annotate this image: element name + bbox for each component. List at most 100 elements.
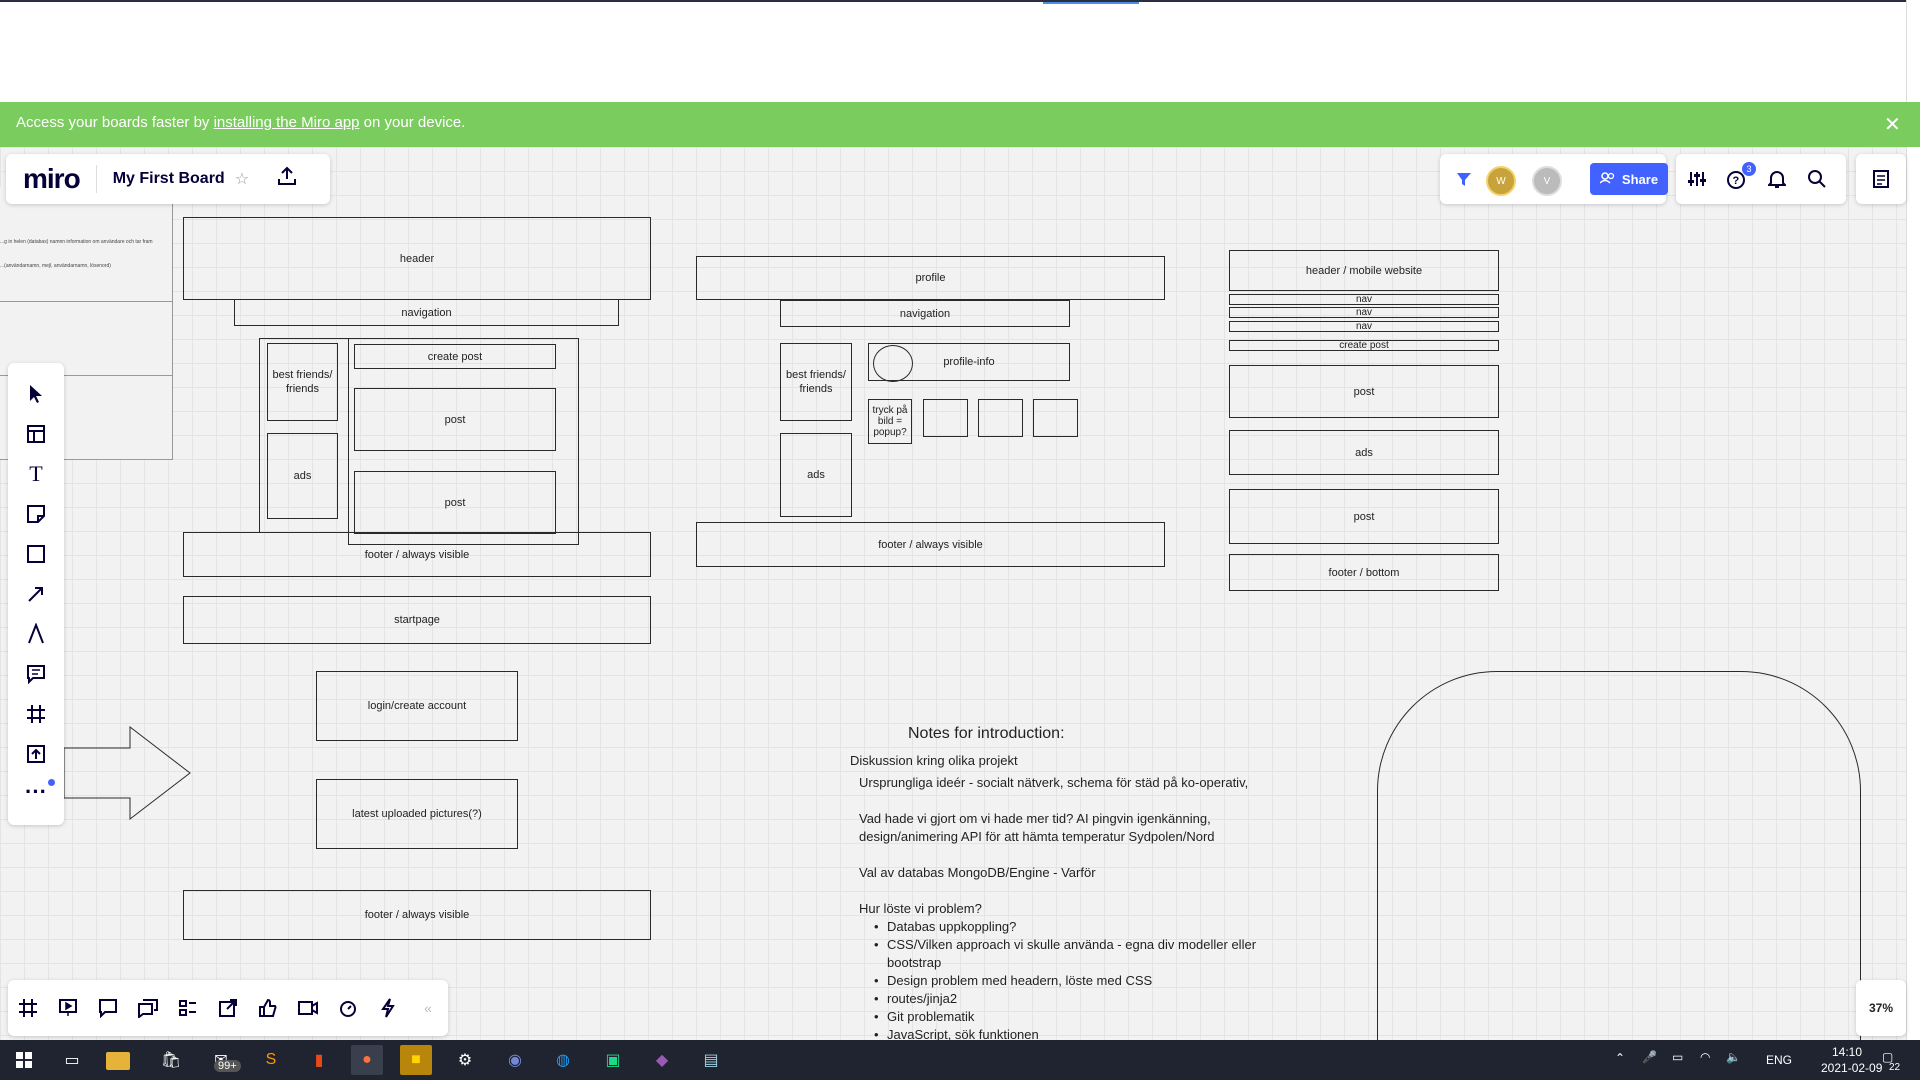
arrow-shape[interactable] (60, 725, 195, 821)
app-icon[interactable]: ◍ (547, 1045, 579, 1075)
export-icon[interactable] (277, 165, 297, 193)
store-icon[interactable]: 🛍 (155, 1045, 187, 1075)
windows-start-icon[interactable] (8, 1045, 40, 1075)
rounded-shape[interactable] (1377, 671, 1861, 1040)
notification-badge: 3 (1742, 162, 1756, 176)
firefox-icon[interactable]: ● (351, 1045, 383, 1075)
notes-panel-button[interactable] (1856, 154, 1906, 204)
share-screen-icon[interactable] (208, 980, 248, 1036)
close-icon[interactable]: ✕ (1884, 112, 1901, 137)
notepad-icon[interactable]: ▤ (695, 1045, 727, 1075)
file-explorer-icon[interactable] (106, 1052, 130, 1070)
wf-mobile-nav[interactable]: nav (1229, 321, 1499, 332)
notes-bullet: bootstrap (887, 955, 942, 970)
thumbs-up-icon[interactable] (248, 980, 288, 1036)
chevron-up-icon[interactable]: ⌃ (1615, 1051, 1625, 1065)
wf-mobile-create-post[interactable]: create post (1229, 340, 1499, 351)
comments-icon[interactable] (88, 980, 128, 1036)
connector-arrow-icon[interactable] (8, 575, 64, 613)
collapse-icon[interactable]: « (408, 980, 448, 1036)
pycharm-icon[interactable]: ▣ (597, 1045, 629, 1075)
discord-icon[interactable]: ◉ (499, 1045, 531, 1075)
filter-icon[interactable] (1452, 166, 1478, 192)
frame-icon[interactable] (8, 695, 64, 733)
share-button[interactable]: Share (1590, 163, 1668, 195)
wf-footer[interactable]: footer / always visible (183, 890, 651, 940)
search-icon[interactable] (1804, 166, 1830, 192)
wf-login[interactable]: login/create account (316, 671, 518, 741)
star-icon[interactable]: ☆ (235, 169, 249, 189)
clock-date[interactable]: 2021-02-09 (1821, 1061, 1882, 1075)
wf-post[interactable]: post (354, 388, 556, 451)
wf-header[interactable]: header (183, 217, 651, 300)
paint-icon[interactable]: ◆ (646, 1045, 678, 1075)
wf-friends[interactable]: best friends/ friends (267, 343, 338, 421)
wf-mobile-ads[interactable]: ads (1229, 430, 1499, 475)
wf-profile[interactable]: profile (696, 256, 1165, 300)
wf-photo-thumb[interactable] (978, 399, 1023, 437)
wf-mobile-nav[interactable]: nav (1229, 294, 1499, 305)
clock-time[interactable]: 14:10 (1832, 1045, 1862, 1059)
comment-icon[interactable] (8, 655, 64, 693)
frames-icon[interactable] (8, 980, 48, 1036)
wf-profile-ads[interactable]: ads (780, 433, 852, 517)
shape-rectangle-icon[interactable] (8, 535, 64, 573)
battery-icon[interactable]: ▭ (1672, 1050, 1683, 1064)
sublime-icon[interactable]: S (255, 1045, 287, 1075)
avatar[interactable]: V (1532, 166, 1562, 196)
notification-center-count: 22 (1889, 1062, 1901, 1073)
side-divider (0, 301, 172, 302)
lightning-icon[interactable] (368, 980, 408, 1036)
cards-icon[interactable] (168, 980, 208, 1036)
wf-startpage[interactable]: startpage (183, 596, 651, 644)
wf-post[interactable]: post (354, 471, 556, 534)
bell-icon[interactable] (1764, 166, 1790, 192)
board-canvas[interactable]: ...g in helen (databas) namnn informatio… (0, 147, 1906, 1040)
notes-bullet: JavaScript, sök funktionen (887, 1027, 1039, 1040)
task-view-icon[interactable]: ▭ (56, 1045, 88, 1075)
window-scrollbar[interactable] (1906, 0, 1920, 1040)
wf-photo-thumb[interactable] (1033, 399, 1078, 437)
wf-profile-info[interactable]: profile-info (868, 343, 1070, 382)
wf-mobile-post[interactable]: post (1229, 489, 1499, 544)
sticky-notes-icon[interactable]: ■ (400, 1045, 432, 1075)
wf-photo-thumb[interactable] (923, 399, 968, 437)
sticky-note-icon[interactable] (8, 495, 64, 533)
wf-latest-pictures[interactable]: latest uploaded pictures(?) (316, 779, 518, 849)
presentation-icon[interactable] (48, 980, 88, 1036)
wf-mobile-footer[interactable]: footer / bottom (1229, 554, 1499, 591)
zoom-level[interactable]: 37% (1856, 980, 1906, 1036)
settings-sliders-icon[interactable] (1684, 166, 1710, 192)
steam-icon[interactable]: ⚙ (449, 1045, 481, 1075)
language-indicator[interactable]: ENG (1766, 1053, 1792, 1067)
select-cursor-icon[interactable] (8, 375, 64, 413)
wf-profile-footer[interactable]: footer / always visible (696, 522, 1165, 567)
wf-mobile-post[interactable]: post (1229, 365, 1499, 418)
upload-icon[interactable] (8, 735, 64, 773)
microphone-icon[interactable]: 🎤 (1642, 1050, 1657, 1064)
wf-mobile-header[interactable]: header / mobile website (1229, 250, 1499, 291)
wf-ads[interactable]: ads (267, 433, 338, 519)
pen-icon[interactable] (8, 615, 64, 653)
wf-profile-navigation[interactable]: navigation (780, 300, 1070, 327)
chat-icon[interactable] (128, 980, 168, 1036)
volume-icon[interactable]: 🔈 (1726, 1050, 1741, 1064)
templates-icon[interactable] (8, 415, 64, 453)
wf-navigation[interactable]: navigation (234, 299, 619, 326)
wf-footer[interactable]: footer / always visible (183, 532, 651, 577)
wf-profile-friends[interactable]: best friends/ friends (780, 343, 852, 421)
timer-icon[interactable] (328, 980, 368, 1036)
wf-create-post[interactable]: create post (354, 344, 556, 369)
video-icon[interactable] (288, 980, 328, 1036)
avatar[interactable]: W (1486, 166, 1516, 196)
text-icon[interactable]: T (8, 455, 64, 493)
more-tools-icon[interactable]: ··· (8, 773, 64, 811)
board-title[interactable]: My First Board (113, 170, 225, 188)
wf-mobile-nav[interactable]: nav (1229, 307, 1499, 318)
wifi-icon[interactable]: ◠ (1700, 1050, 1710, 1064)
install-app-link[interactable]: installing the Miro app (214, 114, 360, 131)
office-icon[interactable]: ▮ (303, 1045, 335, 1075)
miro-logo[interactable]: miro (23, 163, 81, 195)
wf-photo-popup[interactable]: tryck på bild = popup? (868, 399, 912, 444)
bullet-dot: • (874, 937, 879, 952)
